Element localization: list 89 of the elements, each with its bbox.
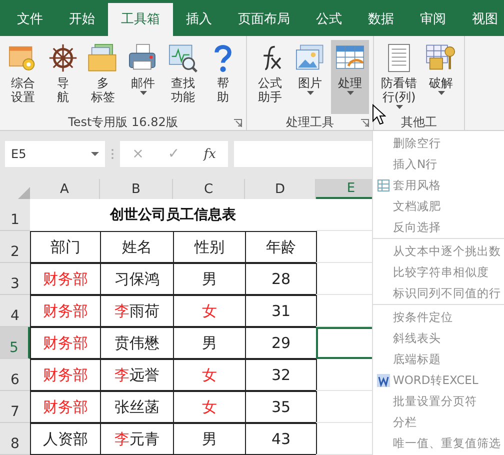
ribbon-button[interactable]: 多 标签 bbox=[84, 40, 122, 114]
menu-item[interactable]: 批量设置分页符 bbox=[373, 391, 504, 412]
ribbon-tab[interactable]: 工具箱 bbox=[108, 3, 173, 36]
menu-item[interactable]: 插入N行 bbox=[373, 154, 504, 175]
ribbon-tab[interactable]: 审阅 bbox=[407, 3, 459, 36]
row-header[interactable]: 6 bbox=[0, 359, 30, 391]
name-box[interactable]: E5 bbox=[5, 141, 105, 167]
folders-icon bbox=[87, 42, 119, 74]
ribbon-tab[interactable]: 视图 bbox=[459, 3, 504, 36]
ribbon-button[interactable]: 公式 助手 bbox=[251, 40, 289, 114]
table-cell: 35 bbox=[245, 391, 317, 423]
grip-icon bbox=[111, 148, 114, 160]
ribbon-tab[interactable]: 页面布局 bbox=[225, 3, 303, 36]
table-cell: 29 bbox=[245, 327, 317, 359]
wheel-icon bbox=[47, 42, 79, 74]
table-cell: 部门 bbox=[30, 231, 101, 263]
ribbon-tab[interactable]: 数据 bbox=[355, 3, 407, 36]
table-cell: 姓名 bbox=[100, 231, 174, 263]
menu-item[interactable]: 分栏 bbox=[373, 412, 504, 433]
column-header[interactable]: D bbox=[245, 179, 316, 199]
menu-item[interactable]: 文档减肥 bbox=[373, 196, 504, 217]
table-cell: 贲伟懋 bbox=[100, 327, 174, 359]
cursor-icon bbox=[372, 104, 386, 126]
row-header[interactable]: 3 bbox=[0, 263, 30, 295]
table-cell: 男 bbox=[173, 423, 246, 455]
dialog-launcher-icon[interactable] bbox=[361, 119, 369, 127]
menu-item[interactable]: 底端标题 bbox=[373, 349, 504, 370]
column-header[interactable]: A bbox=[30, 179, 100, 199]
ribbon-button[interactable]: 帮 助 bbox=[204, 40, 242, 114]
table-cell: 财务部 bbox=[30, 391, 101, 423]
ribbon-tab[interactable]: 开始 bbox=[56, 3, 108, 36]
insert-function-button[interactable]: fx bbox=[204, 146, 216, 162]
table-cell: 男 bbox=[173, 263, 246, 295]
menu-item[interactable]: 唯一值、重复值筛选 bbox=[373, 433, 504, 454]
menu-item[interactable]: 删除空行 bbox=[373, 133, 504, 154]
table-cell: 人资部 bbox=[30, 423, 101, 455]
table-cell: 31 bbox=[245, 295, 317, 327]
ribbon-button[interactable]: 破解 bbox=[422, 40, 460, 114]
menu-item[interactable]: 反向选择 bbox=[373, 217, 504, 239]
menu-item[interactable]: 从文本中逐个挑出数 bbox=[373, 241, 504, 262]
table-cell: 李雨荷 bbox=[100, 295, 174, 327]
dialog-launcher-icon[interactable] bbox=[234, 119, 242, 127]
table-cell: 财务部 bbox=[30, 295, 101, 327]
group-label: 处理工具 bbox=[286, 114, 334, 130]
ribbon-button[interactable]: 综合 设置 bbox=[4, 40, 42, 114]
table-cell: 习保鸿 bbox=[100, 263, 174, 295]
table-cell: 财务部 bbox=[30, 263, 101, 295]
menu-item[interactable]: WORD转EXCEL bbox=[373, 370, 504, 391]
ribbon-button[interactable]: 防看错 行(列) bbox=[378, 40, 420, 114]
grid-icon bbox=[376, 179, 390, 192]
ribbon-button[interactable]: 处理 bbox=[331, 40, 369, 114]
ribbon-tab[interactable]: 文件 bbox=[4, 3, 56, 36]
row-header[interactable]: 7 bbox=[0, 391, 30, 423]
group-label: 其他工 bbox=[401, 114, 437, 130]
column-header[interactable]: B bbox=[100, 179, 173, 199]
ribbon-tab[interactable]: 插入 bbox=[173, 3, 225, 36]
menu-item[interactable]: 斜线表头 bbox=[373, 328, 504, 349]
ribbon-button[interactable]: 图片 bbox=[291, 40, 329, 114]
table-cell: 男 bbox=[173, 327, 246, 359]
menu-item[interactable]: 按条件定位 bbox=[373, 307, 504, 328]
row-header[interactable]: 4 bbox=[0, 295, 30, 327]
table-cell: 张丝菡 bbox=[100, 391, 174, 423]
table-cell: 财务部 bbox=[30, 327, 101, 359]
ribbon-button[interactable]: 邮件 bbox=[124, 40, 162, 114]
column-header[interactable]: C bbox=[173, 179, 245, 199]
table-cell: 性别 bbox=[173, 231, 246, 263]
table-cell: 财务部 bbox=[30, 359, 101, 391]
sheet-title: 创世公司员工信息表 bbox=[108, 206, 237, 225]
group-label: Test专用版 16.82版 bbox=[68, 114, 178, 130]
ribbon-button[interactable]: 查找 功能 bbox=[164, 40, 202, 114]
table-cell: 李远誉 bbox=[100, 359, 174, 391]
row-header[interactable]: 8 bbox=[0, 423, 30, 455]
table-cell: 女 bbox=[173, 391, 246, 423]
table-cell: 李元青 bbox=[100, 423, 174, 455]
table-cell: 32 bbox=[245, 359, 317, 391]
table-cell: 28 bbox=[245, 263, 317, 295]
row-header[interactable]: 2 bbox=[0, 231, 30, 263]
table-cell: 女 bbox=[173, 359, 246, 391]
chart-magnifier-icon bbox=[167, 42, 199, 74]
word-icon bbox=[376, 374, 390, 387]
ribbon-button[interactable]: 导 航 bbox=[44, 40, 82, 114]
table-cell: 年龄 bbox=[245, 231, 317, 263]
menu-item[interactable]: 比较字符串相似度 bbox=[373, 262, 504, 283]
row-header[interactable]: 1 bbox=[0, 199, 30, 231]
table-cell: 43 bbox=[245, 423, 317, 455]
ribbon-tab[interactable]: 公式 bbox=[303, 3, 355, 36]
table-cell: 女 bbox=[173, 295, 246, 327]
row-header[interactable]: 5 bbox=[0, 327, 30, 359]
menu-item[interactable]: 标识同列不同值的行 bbox=[373, 283, 504, 305]
